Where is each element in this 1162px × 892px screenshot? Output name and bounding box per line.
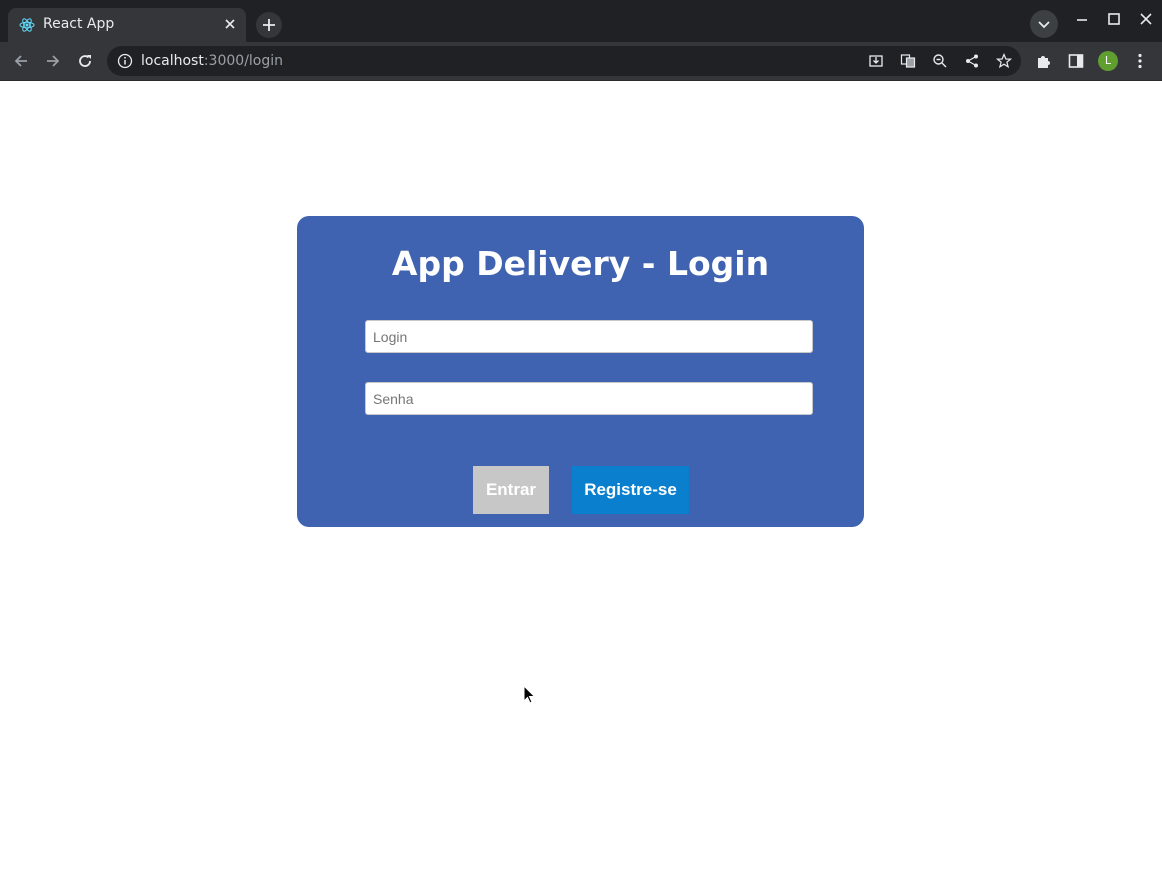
tab-title: React App [43, 16, 115, 32]
share-icon[interactable] [964, 53, 980, 69]
translate-icon[interactable] [900, 53, 916, 69]
close-icon[interactable] [222, 16, 238, 32]
page-title: App Delivery - Login [391, 244, 770, 283]
browser-tab[interactable]: React App [8, 8, 246, 42]
login-card: App Delivery - Login Entrar Registre-se [297, 216, 864, 527]
info-icon[interactable] [117, 53, 133, 69]
tab-strip: React App [0, 0, 1162, 42]
chevron-down-icon [1038, 21, 1050, 29]
menu-icon[interactable] [1131, 52, 1149, 70]
address-bar[interactable]: localhost:3000/login [107, 46, 1021, 76]
new-tab-button[interactable] [256, 12, 282, 38]
url-path: :3000/login [203, 53, 284, 69]
star-icon[interactable] [996, 53, 1012, 69]
minimize-icon[interactable] [1074, 11, 1090, 27]
install-icon[interactable] [868, 53, 884, 69]
react-favicon-icon [19, 18, 35, 32]
register-button[interactable]: Registre-se [572, 466, 689, 514]
password-input[interactable] [365, 382, 813, 415]
zoom-out-icon[interactable] [932, 53, 948, 69]
maximize-icon[interactable] [1106, 11, 1122, 27]
url-host: localhost [141, 53, 204, 69]
enter-button[interactable]: Entrar [473, 466, 549, 514]
back-icon[interactable] [11, 51, 31, 71]
plus-icon [263, 19, 275, 31]
extensions-icon[interactable] [1035, 52, 1053, 70]
window-close-icon[interactable] [1138, 11, 1154, 27]
forward-icon[interactable] [43, 51, 63, 71]
login-input[interactable] [365, 320, 813, 353]
profile-avatar[interactable]: L [1098, 51, 1118, 71]
tab-search-button[interactable] [1030, 10, 1058, 38]
browser-toolbar: localhost:3000/login [0, 42, 1162, 81]
cursor-icon [523, 685, 536, 704]
url-text[interactable]: localhost:3000/login [141, 53, 283, 69]
side-panel-icon[interactable] [1067, 52, 1085, 70]
reload-icon[interactable] [75, 51, 95, 71]
